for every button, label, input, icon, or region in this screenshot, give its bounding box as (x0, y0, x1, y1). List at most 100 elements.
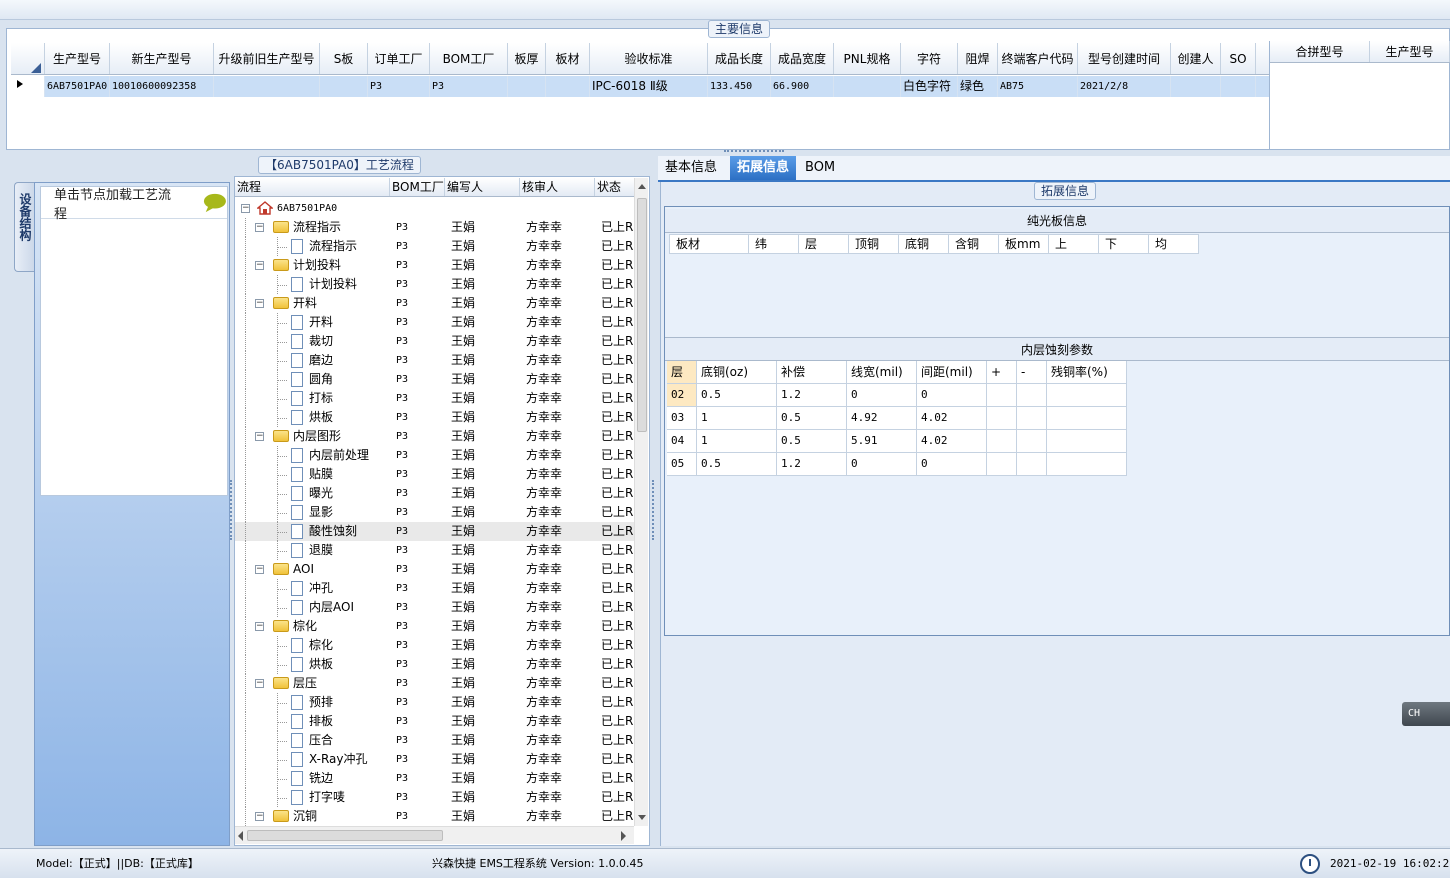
etch-column-header[interactable]: 残铜率(%) (1047, 361, 1127, 384)
etch-layer-cell[interactable]: 03 (667, 407, 697, 430)
pure-board-column[interactable]: 层 (799, 234, 849, 254)
main-grid-cell[interactable]: AB75 (998, 76, 1078, 97)
etch-column-header[interactable]: 间距(mil) (917, 361, 987, 384)
column-header[interactable]: 生产型号 (45, 43, 110, 74)
main-grid-cell[interactable] (320, 76, 368, 97)
main-grid-cell[interactable]: 6AB7501PA0 (45, 76, 110, 97)
etch-row[interactable]: 03 1 0.5 4.92 4.02 (667, 407, 1127, 430)
column-header[interactable]: 升级前旧生产型号 (214, 43, 320, 74)
tree-vertical-scrollbar[interactable] (634, 178, 648, 826)
tree-column-header[interactable]: 核审人 (520, 178, 595, 196)
tree-column-header[interactable]: BOM工厂 (390, 178, 445, 196)
etch-cell[interactable]: 0.5 (697, 453, 777, 476)
main-grid-cell[interactable] (508, 76, 546, 97)
pure-board-column[interactable]: 下 (1099, 234, 1149, 254)
main-grid-cell[interactable]: IPC-6018 Ⅱ级 (590, 76, 708, 97)
column-header[interactable]: SO (1221, 43, 1256, 74)
tree-node-group[interactable]: − 沉铜 P3 王娟 方幸幸 已上R (235, 807, 635, 826)
etch-row[interactable]: 05 0.5 1.2 0 0 (667, 453, 1127, 476)
tree-root-node[interactable]: − 6AB7501PA0 (235, 199, 635, 218)
etch-cell[interactable]: 0.5 (777, 430, 847, 453)
tree-horizontal-scrollbar[interactable] (235, 826, 634, 844)
tree-node-step[interactable]: 流程指示 P3 王娟 方幸幸 已上R (235, 237, 635, 256)
tree-node-group[interactable]: − 计划投料 P3 王娟 方幸幸 已上R (235, 256, 635, 275)
tree-node-step[interactable]: 预排 P3 王娟 方幸幸 已上R (235, 693, 635, 712)
tree-node-step[interactable]: 打标 P3 王娟 方幸幸 已上R (235, 389, 635, 408)
equipment-structure-tab[interactable]: 设备结构 (14, 182, 36, 272)
etch-cell[interactable]: 1.2 (777, 384, 847, 407)
tree-column-header[interactable]: 流程 (235, 178, 390, 196)
etch-cell[interactable]: 1 (697, 430, 777, 453)
tree-node-step[interactable]: X-Ray冲孔 P3 王娟 方幸幸 已上R (235, 750, 635, 769)
tree-node-group[interactable]: − 层压 P3 王娟 方幸幸 已上R (235, 674, 635, 693)
column-header[interactable]: 板厚 (508, 43, 546, 74)
main-grid-cell[interactable]: 10010600092358 (110, 76, 214, 97)
etch-cell[interactable]: 4.02 (917, 430, 987, 453)
main-grid-cell[interactable] (1171, 76, 1221, 97)
pure-board-column[interactable]: 均 (1149, 234, 1199, 254)
pure-board-column[interactable]: 板mm (999, 234, 1049, 254)
tree-node-step[interactable]: 棕化 P3 王娟 方幸幸 已上R (235, 636, 635, 655)
etch-cell[interactable] (1047, 407, 1127, 430)
main-grid-cell[interactable]: 133.450 (708, 76, 771, 97)
etch-column-header[interactable]: 层 (667, 361, 697, 384)
main-grid-cell[interactable] (1221, 76, 1256, 97)
tree-node-step[interactable]: 酸性蚀刻 P3 王娟 方幸幸 已上R (235, 522, 635, 541)
column-header[interactable]: 订单工厂 (368, 43, 430, 74)
etch-cell[interactable] (987, 407, 1017, 430)
tree-node-group[interactable]: − 流程指示 P3 王娟 方幸幸 已上R (235, 218, 635, 237)
main-grid-cell[interactable] (546, 76, 590, 97)
etch-cell[interactable]: 0.5 (777, 407, 847, 430)
etch-cell[interactable] (1047, 384, 1127, 407)
tree-node-group[interactable]: − AOI P3 王娟 方幸幸 已上R (235, 560, 635, 579)
pure-board-column[interactable]: 顶铜 (849, 234, 899, 254)
etch-cell[interactable] (1017, 384, 1047, 407)
splitter-handle[interactable] (724, 150, 784, 155)
tree-node-step[interactable]: 退膜 P3 王娟 方幸幸 已上R (235, 541, 635, 560)
column-header[interactable]: PNL规格 (834, 43, 901, 74)
tree-vscroll-thumb[interactable] (637, 198, 647, 432)
etch-cell[interactable] (1047, 430, 1127, 453)
etch-cell[interactable]: 4.92 (847, 407, 917, 430)
side-column-header[interactable]: 生产型号 (1370, 41, 1450, 62)
inner-etch-table[interactable]: 层底铜(oz) 补偿 线宽(mil) 间距(mil) + - 残铜率(%) 02 0.5 1.2 0… (667, 361, 1127, 476)
tree-column-header[interactable]: 编写人 (445, 178, 520, 196)
etch-layer-cell[interactable]: 04 (667, 430, 697, 453)
etch-cell[interactable] (987, 453, 1017, 476)
collapse-icon[interactable]: − (255, 261, 264, 270)
main-grid-cell[interactable]: P3 (368, 76, 430, 97)
etch-cell[interactable] (987, 430, 1017, 453)
process-tree[interactable]: −6AB7501PA0− 流程指示 P3 王娟 方幸幸 已上R 流程指示 P3 王娟 方幸幸 已上R… (235, 199, 635, 826)
scroll-down-icon[interactable] (635, 810, 649, 824)
scroll-up-icon[interactable] (635, 180, 649, 194)
etch-cell[interactable] (1047, 453, 1127, 476)
scroll-right-icon[interactable] (617, 828, 629, 844)
row-indicator[interactable] (11, 76, 45, 97)
main-grid-cell[interactable]: 66.900 (771, 76, 834, 97)
collapse-icon[interactable]: − (255, 679, 264, 688)
collapse-icon[interactable]: − (255, 432, 264, 441)
collapse-icon[interactable]: − (255, 299, 264, 308)
etch-row[interactable]: 04 1 0.5 5.91 4.02 (667, 430, 1127, 453)
column-header[interactable]: 创建人 (1171, 43, 1221, 74)
equipment-card-header[interactable]: 单击节点加载工艺流程 (41, 187, 227, 222)
pure-board-column[interactable]: 上 (1049, 234, 1099, 254)
etch-cell[interactable]: 0.5 (697, 384, 777, 407)
side-column-header[interactable]: 合拼型号 (1270, 41, 1370, 62)
etch-layer-cell[interactable]: 05 (667, 453, 697, 476)
pure-board-column[interactable]: 底铜 (899, 234, 949, 254)
etch-column-header[interactable]: 线宽(mil) (847, 361, 917, 384)
tab-extended-info[interactable]: 拓展信息 (730, 156, 797, 180)
tree-node-step[interactable]: 内层AOI P3 王娟 方幸幸 已上R (235, 598, 635, 617)
collapse-icon[interactable]: − (255, 812, 264, 821)
tab-basic-info[interactable]: 基本信息 (658, 156, 724, 180)
tree-node-step[interactable]: 裁切 P3 王娟 方幸幸 已上R (235, 332, 635, 351)
etch-layer-cell[interactable]: 02 (667, 384, 697, 407)
etch-cell[interactable]: 0 (847, 453, 917, 476)
collapse-icon[interactable]: − (255, 622, 264, 631)
etch-cell[interactable]: 1 (697, 407, 777, 430)
etch-cell[interactable] (1017, 407, 1047, 430)
tree-node-step[interactable]: 烘板 P3 王娟 方幸幸 已上R (235, 408, 635, 427)
collapse-icon[interactable]: − (255, 565, 264, 574)
etch-cell[interactable] (1017, 453, 1047, 476)
